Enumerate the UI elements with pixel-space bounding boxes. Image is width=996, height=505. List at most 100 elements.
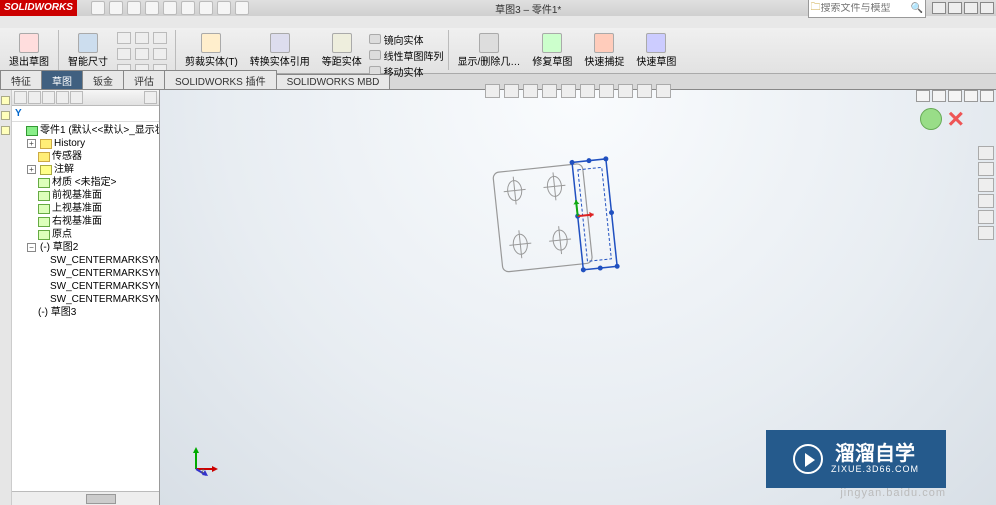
- tree-root[interactable]: 零件1 (默认<<默认>_显示状态: [26, 124, 159, 137]
- confirm-cancel-icon[interactable]: ×: [948, 108, 964, 130]
- tab-sheetmetal[interactable]: 钣金: [82, 70, 124, 89]
- scene-icon[interactable]: [637, 84, 652, 98]
- taskpane-icon[interactable]: [978, 210, 994, 224]
- quick-snap-button[interactable]: 快速捕捉: [579, 30, 629, 71]
- taskpane-icon[interactable]: [978, 194, 994, 208]
- minimize-icon[interactable]: [948, 2, 962, 14]
- display-style-icon[interactable]: [580, 84, 595, 98]
- display-delete-button[interactable]: 显示/删除几…: [453, 30, 526, 71]
- tree-filter[interactable]: Y: [12, 106, 159, 122]
- tree-tab-icon[interactable]: [14, 91, 27, 104]
- print-icon[interactable]: [145, 1, 159, 15]
- tree-item-top[interactable]: 上视基准面: [38, 202, 159, 215]
- feature-tree[interactable]: 零件1 (默认<<默认>_显示状态 +History 传感器 +注解 材质 <未…: [12, 122, 159, 491]
- tab-evaluate[interactable]: 评估: [123, 70, 165, 89]
- tab-feature[interactable]: 特征: [0, 70, 42, 89]
- taskpane-icon[interactable]: [978, 178, 994, 192]
- maximize-icon[interactable]: [964, 2, 978, 14]
- linear-pattern-button[interactable]: 线性草图阵列: [369, 48, 444, 63]
- open-icon[interactable]: [109, 1, 123, 15]
- view-settings-icon[interactable]: [656, 84, 671, 98]
- tree-item-sketch3[interactable]: (-) 草图3: [38, 306, 159, 319]
- tree-tab-icon[interactable]: [70, 91, 83, 104]
- collapse-icon[interactable]: −: [27, 243, 36, 252]
- search-icon[interactable]: 🔍: [911, 3, 923, 14]
- help-icon[interactable]: [932, 2, 946, 14]
- line-icon[interactable]: [117, 32, 131, 44]
- taskpane-icon[interactable]: [978, 226, 994, 240]
- graphics-viewport[interactable]: ×: [160, 90, 996, 505]
- offset-button[interactable]: 等距实体: [317, 30, 367, 71]
- select-icon[interactable]: [199, 1, 213, 15]
- scrollbar-thumb[interactable]: [86, 494, 116, 504]
- section-icon[interactable]: [542, 84, 557, 98]
- taskpane-icon[interactable]: [978, 162, 994, 176]
- mirror-button[interactable]: 镜向实体: [369, 32, 444, 47]
- exit-sketch-button[interactable]: 退出草图: [4, 30, 54, 71]
- quick-sketch-button[interactable]: 快速草图: [631, 30, 681, 71]
- taskpane-icon[interactable]: [978, 146, 994, 160]
- tree-item-right[interactable]: 右视基准面: [38, 215, 159, 228]
- circle-icon[interactable]: [135, 32, 149, 44]
- gutter-icon[interactable]: [1, 126, 10, 135]
- expand-icon[interactable]: +: [27, 165, 36, 174]
- tree-item-cm[interactable]: SW_CENTERMARKSYM: [50, 280, 159, 293]
- material-icon: [38, 178, 50, 188]
- tree-item-cm[interactable]: SW_CENTERMARKSYM: [50, 293, 159, 306]
- undo-icon[interactable]: [163, 1, 177, 15]
- tree-tab-icon[interactable]: [42, 91, 55, 104]
- rect-icon[interactable]: [117, 48, 131, 60]
- tree-collapse-icon[interactable]: [144, 91, 157, 104]
- arc-icon[interactable]: [153, 32, 167, 44]
- options-icon[interactable]: [235, 1, 249, 15]
- redo-icon[interactable]: [181, 1, 195, 15]
- confirm-ok-icon[interactable]: [920, 108, 942, 130]
- convert-button[interactable]: 转换实体引用: [245, 30, 315, 71]
- tree-tab-icon[interactable]: [28, 91, 41, 104]
- mdi-icon[interactable]: [916, 90, 930, 102]
- tree-tab-icon[interactable]: [56, 91, 69, 104]
- tree-item-front[interactable]: 前视基准面: [38, 189, 159, 202]
- tree-item-cm[interactable]: SW_CENTERMARKSYM: [50, 267, 159, 280]
- tree-item-origin[interactable]: 原点: [38, 228, 159, 241]
- poly-icon[interactable]: [153, 48, 167, 60]
- trim-button[interactable]: 剪裁实体(T): [180, 30, 243, 71]
- expand-icon[interactable]: +: [27, 139, 36, 148]
- tree-item-annot[interactable]: +注解: [38, 163, 159, 176]
- view-triad[interactable]: z: [190, 445, 220, 475]
- search-box[interactable]: 🗀 🔍: [808, 0, 926, 18]
- repair-button[interactable]: 修复草图: [527, 30, 577, 71]
- mdi-icon[interactable]: [932, 90, 946, 102]
- sketch-geometry[interactable]: [490, 150, 630, 290]
- tree-scrollbar[interactable]: [12, 491, 159, 505]
- mdi-icon[interactable]: [948, 90, 962, 102]
- tree-item-sketch2[interactable]: −(-) 草图2: [38, 241, 159, 254]
- mdi-icon[interactable]: [964, 90, 978, 102]
- gutter-icon[interactable]: [1, 111, 10, 120]
- tree-item-history[interactable]: +History: [38, 137, 159, 150]
- tree-item-sensor[interactable]: 传感器: [38, 150, 159, 163]
- new-icon[interactable]: [91, 1, 105, 15]
- tab-mbd[interactable]: SOLIDWORKS MBD: [276, 74, 391, 89]
- tab-addins[interactable]: SOLIDWORKS 插件: [164, 70, 277, 89]
- tab-sketch[interactable]: 草图: [41, 70, 83, 89]
- zoom-fit-icon[interactable]: [485, 84, 500, 98]
- display-delete-icon: [479, 33, 499, 53]
- close-icon[interactable]: [980, 2, 994, 14]
- smart-dimension-button[interactable]: 智能尺寸: [63, 30, 113, 71]
- gutter-icon[interactable]: [1, 96, 10, 105]
- search-input[interactable]: [821, 3, 911, 14]
- tree-item-cm[interactable]: SW_CENTERMARKSYM: [50, 254, 159, 267]
- mdi-icon[interactable]: [980, 90, 994, 102]
- save-icon[interactable]: [127, 1, 141, 15]
- tree-item-material[interactable]: 材质 <未指定>: [38, 176, 159, 189]
- appearance-icon[interactable]: [618, 84, 633, 98]
- rebuild-icon[interactable]: [217, 1, 231, 15]
- prev-view-icon[interactable]: [523, 84, 538, 98]
- zoom-area-icon[interactable]: [504, 84, 519, 98]
- hide-show-icon[interactable]: [599, 84, 614, 98]
- plane-icon: [38, 191, 50, 201]
- spline-icon[interactable]: [135, 48, 149, 60]
- view-orient-icon[interactable]: [561, 84, 576, 98]
- display-delete-label: 显示/删除几…: [458, 53, 521, 68]
